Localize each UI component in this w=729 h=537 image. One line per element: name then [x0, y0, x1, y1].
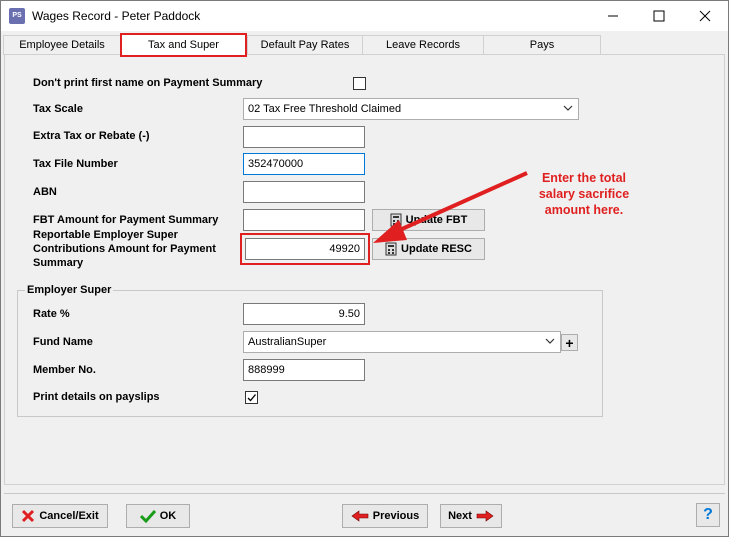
tab-strip: Employee Details Tax and Super Default P… — [3, 33, 728, 57]
rate-label: Rate % — [33, 308, 70, 320]
tax-file-number-label: Tax File Number — [33, 158, 118, 170]
dont-print-first-name-checkbox[interactable] — [353, 77, 366, 90]
cancel-exit-button[interactable]: Cancel/Exit — [12, 504, 108, 528]
checkmark-icon — [139, 509, 156, 523]
extra-tax-label: Extra Tax or Rebate (-) — [33, 130, 150, 142]
close-button[interactable] — [682, 1, 728, 31]
add-fund-button[interactable]: + — [561, 334, 578, 351]
abn-input[interactable] — [243, 181, 365, 203]
wages-record-window: PS Wages Record - Peter Paddock Employee… — [0, 0, 729, 537]
minimize-button[interactable] — [590, 1, 636, 31]
tab-employee-details[interactable]: Employee Details — [3, 35, 121, 55]
tab-pays[interactable]: Pays — [483, 35, 601, 55]
member-no-input[interactable]: 888999 — [243, 359, 365, 381]
annotation-line-2: salary sacrifice — [538, 187, 630, 201]
resc-amount-input[interactable]: 49920 — [245, 238, 365, 260]
fund-name-label: Fund Name — [33, 336, 93, 348]
plus-icon: + — [565, 334, 574, 351]
ok-button[interactable]: OK — [126, 504, 190, 528]
previous-button[interactable]: Previous — [342, 504, 428, 528]
app-icon: PS — [9, 8, 25, 24]
chevron-down-icon — [545, 338, 555, 344]
arrow-left-icon — [351, 510, 369, 522]
maximize-icon — [653, 10, 665, 22]
fbt-amount-input[interactable] — [243, 209, 365, 231]
cancel-exit-label: Cancel/Exit — [39, 510, 99, 522]
tab-tax-and-super[interactable]: Tax and Super — [120, 33, 247, 57]
footer-separator — [4, 493, 725, 494]
close-icon — [699, 10, 711, 22]
dont-print-first-name-label: Don't print first name on Payment Summar… — [33, 77, 263, 89]
tax-scale-label: Tax Scale — [33, 103, 83, 115]
resc-label-line1: Reportable Employer Super — [33, 229, 178, 241]
arrow-right-icon — [476, 510, 494, 522]
ok-label: OK — [159, 510, 177, 522]
window-title: Wages Record - Peter Paddock — [32, 9, 201, 23]
tax-scale-select[interactable]: 02 Tax Free Threshold Claimed — [243, 98, 579, 120]
annotation-arrow-icon — [373, 171, 528, 243]
resc-label-line2: Contributions Amount for Payment — [33, 243, 216, 255]
annotation-line-3: amount here. — [544, 203, 624, 217]
extra-tax-input[interactable] — [243, 126, 365, 148]
help-button[interactable]: ? — [696, 503, 720, 527]
tab-default-pay-rates[interactable]: Default Pay Rates — [247, 35, 363, 55]
next-button[interactable]: Next — [440, 504, 502, 528]
fbt-amount-label: FBT Amount for Payment Summary — [33, 214, 219, 226]
fund-name-select[interactable]: AustralianSuper — [243, 331, 561, 353]
help-icon: ? — [703, 506, 713, 523]
member-no-label: Member No. — [33, 364, 96, 376]
resc-label-line3: Summary — [33, 257, 84, 269]
tab-leave-records[interactable]: Leave Records — [362, 35, 484, 55]
cancel-icon — [22, 509, 35, 523]
next-label: Next — [448, 510, 472, 522]
minimize-icon — [608, 15, 618, 17]
annotation-line-1: Enter the total — [541, 171, 627, 185]
checkmark-icon — [247, 394, 256, 402]
annotation-text: Enter the total salary sacrifice amount … — [515, 170, 653, 218]
rate-input[interactable]: 9.50 — [243, 303, 365, 325]
title-bar[interactable]: PS Wages Record - Peter Paddock — [1, 1, 728, 31]
chevron-down-icon — [563, 105, 573, 111]
previous-label: Previous — [372, 510, 420, 522]
tax-and-super-panel: Don't print first name on Payment Summar… — [4, 54, 725, 485]
abn-label: ABN — [33, 186, 57, 198]
fund-name-value: AustralianSuper — [248, 336, 327, 348]
maximize-button[interactable] — [636, 1, 682, 31]
tax-scale-value: 02 Tax Free Threshold Claimed — [248, 103, 402, 115]
tax-file-number-input[interactable]: 352470000 — [243, 153, 365, 175]
print-details-label: Print details on payslips — [33, 391, 160, 403]
employer-super-title: Employer Super — [25, 284, 114, 296]
print-details-checkbox[interactable] — [245, 391, 258, 404]
